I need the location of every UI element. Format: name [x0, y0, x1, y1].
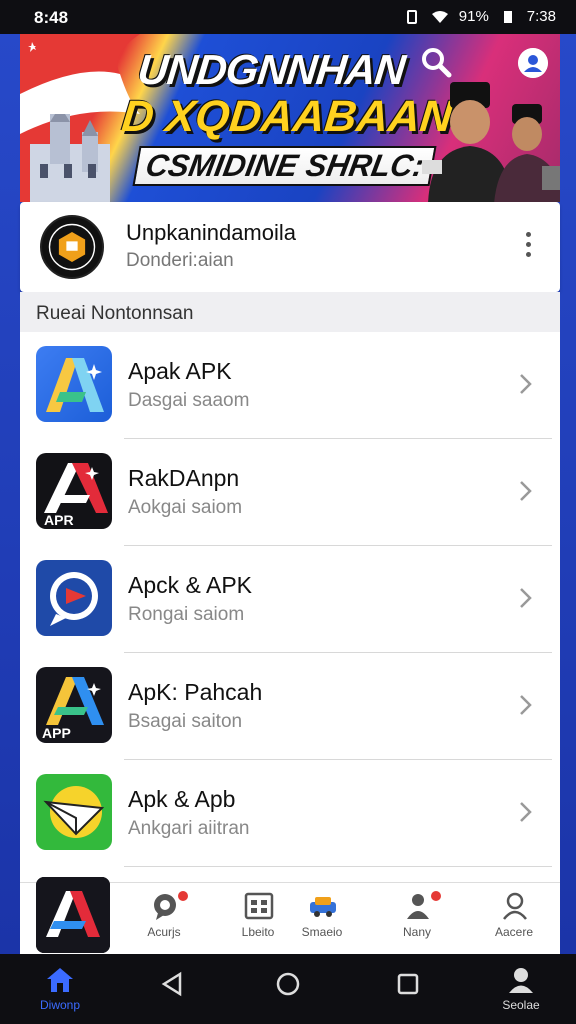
tab-aacere[interactable]: Aacere: [474, 883, 554, 955]
system-nav-bar: Diwonp Seolae: [0, 954, 576, 1024]
grid-icon: [244, 892, 274, 920]
background-right: [558, 34, 576, 954]
account-icon: [509, 968, 533, 993]
app-title: Apk & Apb: [128, 786, 236, 812]
battery-icon: [503, 10, 512, 23]
car-icon: [310, 897, 336, 917]
app-subtitle: Ankgari aiitran: [128, 818, 250, 839]
channel-subtitle: Donderi:aian: [126, 250, 234, 271]
app-title: Apak APK: [128, 358, 232, 384]
a-gradient-dark-icon: APP: [36, 667, 112, 743]
list-item[interactable]: Apak APK Dasgai saaom: [20, 332, 560, 439]
paper-plane-icon: [36, 774, 112, 850]
chat-bubble-icon: [36, 560, 112, 636]
recents-icon[interactable]: [394, 970, 422, 998]
background-left: [0, 34, 22, 954]
section-header: Rueai Nontonnsan: [20, 292, 560, 332]
list-item[interactable]: Apck & APK Rongai saiom: [20, 546, 560, 653]
section-label: Rueai Nontonnsan: [36, 303, 194, 324]
app-subtitle: Dasgai saaom: [128, 390, 250, 411]
promo-banner[interactable]: UNDGNNHAN D XQDAABAAN CSMIDINE SHRLC:: [20, 34, 560, 202]
chevron-right-icon: [520, 481, 532, 501]
home-label: Diwonp: [39, 998, 81, 1012]
app-title: ApK: Pahcah: [128, 679, 263, 705]
search-icon[interactable]: [420, 46, 452, 78]
person-illustration-2: [494, 104, 560, 202]
profile-outline-icon: [503, 892, 527, 920]
back-icon[interactable]: [158, 970, 186, 998]
banner-headline: UNDGNNHAN: [135, 46, 407, 93]
apr-red-icon: APR: [36, 453, 112, 529]
tab-label: Acurjs: [147, 925, 181, 939]
tab-smaeio[interactable]: Smaeio: [282, 883, 362, 955]
app-title: RakDAnpn: [128, 465, 240, 491]
channel-card[interactable]: Unpkanindamoila Donderi:aian: [20, 202, 560, 292]
account-tab[interactable]: Seolae: [496, 966, 546, 1016]
status-bar: 8:48 91% 7:38: [0, 0, 576, 34]
divider: [124, 866, 552, 867]
tab-nany[interactable]: Nany: [377, 883, 457, 955]
castle-icon: [30, 114, 110, 202]
tab-label: Nany: [402, 925, 431, 939]
app-title: Apck & APK: [128, 572, 253, 598]
list-item[interactable]: APR RakDAnpn Aokgai saiom: [20, 439, 560, 546]
list-item[interactable]: APP ApK: Pahcah Bsagai saiton: [20, 653, 560, 760]
app-icon-peek: [36, 877, 110, 953]
chevron-right-icon: [520, 695, 532, 715]
home-tab[interactable]: Diwonp: [38, 966, 82, 1014]
banner-subheadline: D XQDAABAAN: [119, 92, 455, 141]
tab-label: Smaeio: [301, 925, 343, 939]
status-right: 91% 7:38: [403, 8, 556, 25]
wifi-icon: [431, 10, 448, 23]
app-icon-text: APR: [44, 512, 74, 528]
account-label: Seolae: [502, 998, 540, 1012]
a-gradient-icon: [36, 346, 112, 422]
tab-label: Aacere: [494, 925, 534, 939]
battery-percent: 91%: [458, 8, 489, 25]
app-subtitle: Aokgai saiom: [128, 497, 243, 518]
notification-badge: [176, 889, 190, 903]
app-icon-text: APP: [42, 725, 71, 741]
profile-icon[interactable]: [518, 48, 548, 78]
bottom-tab-bar: Acurjs Lbeito Smaeio Nany Aacere: [20, 877, 560, 955]
chevron-right-icon: [520, 802, 532, 822]
status-time: 8:48: [34, 8, 69, 27]
chevron-right-icon: [520, 374, 532, 394]
channel-logo: [40, 215, 104, 279]
home-button-icon[interactable]: [274, 970, 302, 998]
more-options-icon[interactable]: [522, 232, 534, 262]
app-subtitle: Rongai saiom: [128, 604, 245, 625]
notification-badge: [429, 889, 443, 903]
vibrate-icon: [406, 9, 417, 24]
status-clock: 7:38: [526, 8, 556, 25]
app-subtitle: Bsagai saiton: [128, 711, 243, 732]
home-icon: [47, 968, 73, 992]
app-list: Apak APK Dasgai saaom APR RakDAnpn Aokga…: [20, 332, 560, 892]
banner-tagline: CSMIDINE SHRLC:: [132, 146, 437, 186]
tab-acurjs[interactable]: Acurjs: [124, 883, 204, 955]
list-item[interactable]: Apk & Apb Ankgari aiitran: [20, 760, 560, 867]
channel-title: Unpkanindamoila: [126, 220, 296, 245]
chevron-right-icon: [520, 588, 532, 608]
